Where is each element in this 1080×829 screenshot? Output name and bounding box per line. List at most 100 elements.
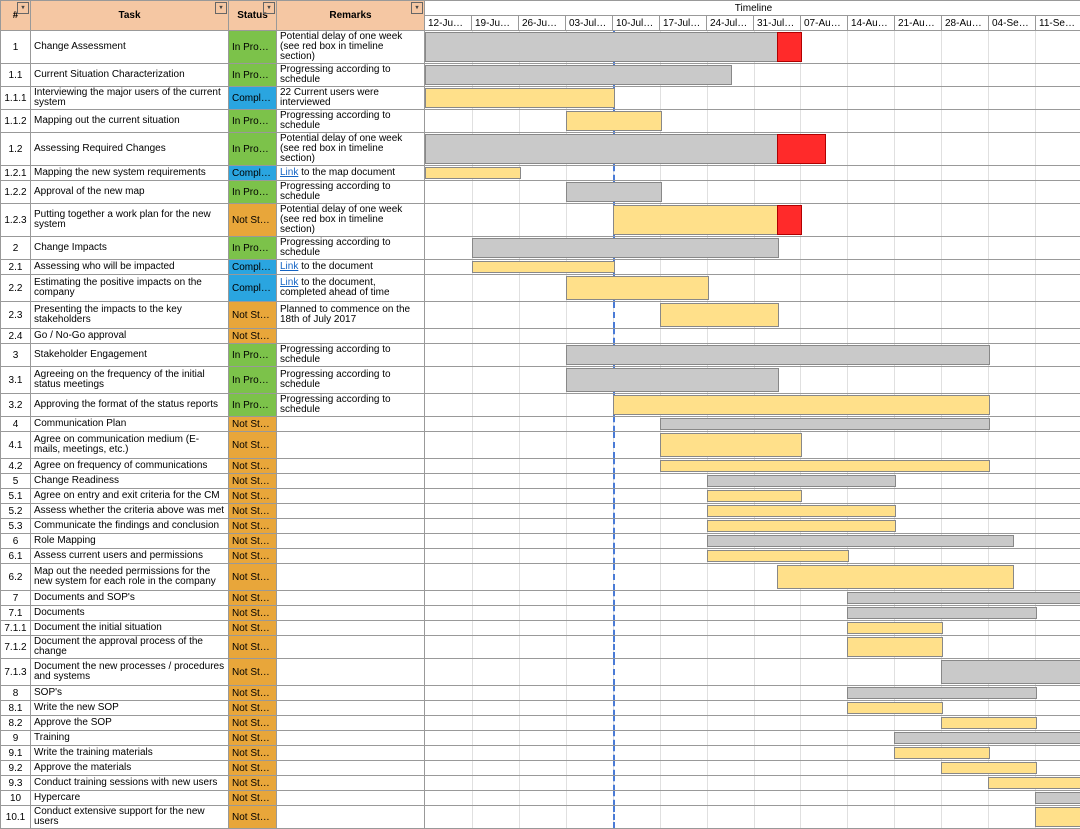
cell-status[interactable]: Not Started: [229, 204, 277, 237]
cell-status[interactable]: Not Started: [229, 302, 277, 329]
gantt-bar: [777, 134, 826, 164]
today-line: [613, 791, 615, 805]
cell-remarks: [277, 621, 425, 636]
table-row: 1.2Assessing Required ChangesIn ProcessP…: [1, 133, 1080, 166]
cell-remarks: [277, 806, 425, 829]
cell-status[interactable]: In Process: [229, 344, 277, 367]
cell-status[interactable]: Not Started: [229, 432, 277, 459]
cell-status[interactable]: In Process: [229, 133, 277, 166]
header-status[interactable]: Status▾: [229, 1, 277, 31]
table-row: 2.3Presenting the impacts to the key sta…: [1, 302, 1080, 329]
cell-num: 5.3: [1, 519, 31, 534]
today-line: [613, 474, 615, 488]
today-line: [613, 564, 615, 590]
cell-status[interactable]: Not Started: [229, 761, 277, 776]
cell-status[interactable]: Not Started: [229, 776, 277, 791]
cell-status[interactable]: Not Started: [229, 489, 277, 504]
cell-status[interactable]: In Process: [229, 181, 277, 204]
today-line: [613, 489, 615, 503]
table-row: 6Role MappingNot Started: [1, 534, 1080, 549]
header-date: 21-Aug-17: [895, 16, 942, 31]
header-date: 24-Jul-17: [707, 16, 754, 31]
cell-status[interactable]: Not Started: [229, 659, 277, 686]
cell-status[interactable]: Completed: [229, 260, 277, 275]
cell-status[interactable]: Not Started: [229, 621, 277, 636]
gantt-bar: [707, 505, 897, 517]
cell-remarks: [277, 489, 425, 504]
cell-num: 1.1: [1, 64, 31, 87]
cell-task: Agree on entry and exit criteria for the…: [31, 489, 229, 504]
cell-status[interactable]: Completed: [229, 275, 277, 302]
cell-task: Communicate the findings and conclusion: [31, 519, 229, 534]
cell-remarks: Link to the document, completed ahead of…: [277, 275, 425, 302]
cell-num: 6: [1, 534, 31, 549]
cell-status[interactable]: Not Started: [229, 504, 277, 519]
cell-status[interactable]: Not Started: [229, 606, 277, 621]
filter-icon[interactable]: ▾: [411, 2, 423, 14]
table-row: 2.4Go / No-Go approvalNot Started: [1, 329, 1080, 344]
header-date: 28-Aug-17: [942, 16, 989, 31]
cell-status[interactable]: Not Started: [229, 806, 277, 829]
header-date: 17-Jul-17: [660, 16, 707, 31]
cell-num: 9.2: [1, 761, 31, 776]
cell-task: Current Situation Characterization: [31, 64, 229, 87]
cell-task: Assess current users and permissions: [31, 549, 229, 564]
cell-num: 5: [1, 474, 31, 489]
cell-status[interactable]: In Process: [229, 237, 277, 260]
header-remarks[interactable]: Remarks▾: [277, 1, 425, 31]
cell-status[interactable]: Not Started: [229, 474, 277, 489]
cell-status[interactable]: Not Started: [229, 459, 277, 474]
cell-status[interactable]: Not Started: [229, 636, 277, 659]
cell-status[interactable]: Not Started: [229, 591, 277, 606]
cell-remarks: Potential delay of one week (see red box…: [277, 204, 425, 237]
table-row: 8.1Write the new SOPNot Started: [1, 701, 1080, 716]
cell-status[interactable]: In Process: [229, 367, 277, 394]
cell-status[interactable]: Not Started: [229, 701, 277, 716]
cell-status[interactable]: Not Started: [229, 417, 277, 432]
cell-status[interactable]: Not Started: [229, 686, 277, 701]
today-line: [613, 761, 615, 775]
cell-status[interactable]: In Process: [229, 110, 277, 133]
filter-icon[interactable]: ▾: [17, 2, 29, 14]
today-line: [613, 731, 615, 745]
remarks-link[interactable]: Link: [280, 167, 298, 178]
gantt-bar: [777, 565, 1014, 589]
gantt-bar: [425, 88, 615, 108]
cell-status[interactable]: Not Started: [229, 534, 277, 549]
cell-status[interactable]: Not Started: [229, 549, 277, 564]
cell-num: 5.2: [1, 504, 31, 519]
cell-status[interactable]: Not Started: [229, 716, 277, 731]
cell-num: 4.1: [1, 432, 31, 459]
cell-status[interactable]: Not Started: [229, 329, 277, 344]
gantt-bar: [566, 368, 779, 392]
cell-status[interactable]: Not Started: [229, 746, 277, 761]
cell-status[interactable]: Completed: [229, 166, 277, 181]
cell-status[interactable]: In Process: [229, 64, 277, 87]
gantt-bar: [425, 32, 779, 62]
filter-icon[interactable]: ▾: [263, 2, 275, 14]
cell-num: 6.2: [1, 564, 31, 591]
table-row: 4.2Agree on frequency of communicationsN…: [1, 459, 1080, 474]
cell-num: 8.1: [1, 701, 31, 716]
table-row: 10HypercareNot Started: [1, 791, 1080, 806]
cell-status[interactable]: In Process: [229, 394, 277, 417]
cell-status[interactable]: Not Started: [229, 731, 277, 746]
gantt-bar: [660, 433, 803, 457]
cell-timeline: [425, 504, 1080, 519]
cell-status[interactable]: Not Started: [229, 791, 277, 806]
header-num[interactable]: #▾: [1, 1, 31, 31]
cell-timeline: [425, 302, 1080, 329]
cell-timeline: [425, 659, 1080, 686]
cell-timeline: [425, 489, 1080, 504]
cell-status[interactable]: Not Started: [229, 519, 277, 534]
filter-icon[interactable]: ▾: [215, 2, 227, 14]
cell-task: Interviewing the major users of the curr…: [31, 87, 229, 110]
cell-status[interactable]: Not Started: [229, 564, 277, 591]
header-date: 07-Aug-17: [801, 16, 848, 31]
header-task[interactable]: Task▾: [31, 1, 229, 31]
cell-status[interactable]: In Process: [229, 31, 277, 64]
gantt-bar: [613, 395, 990, 415]
cell-timeline: [425, 329, 1080, 344]
cell-status[interactable]: Completed: [229, 87, 277, 110]
remarks-link[interactable]: Link: [280, 261, 298, 272]
